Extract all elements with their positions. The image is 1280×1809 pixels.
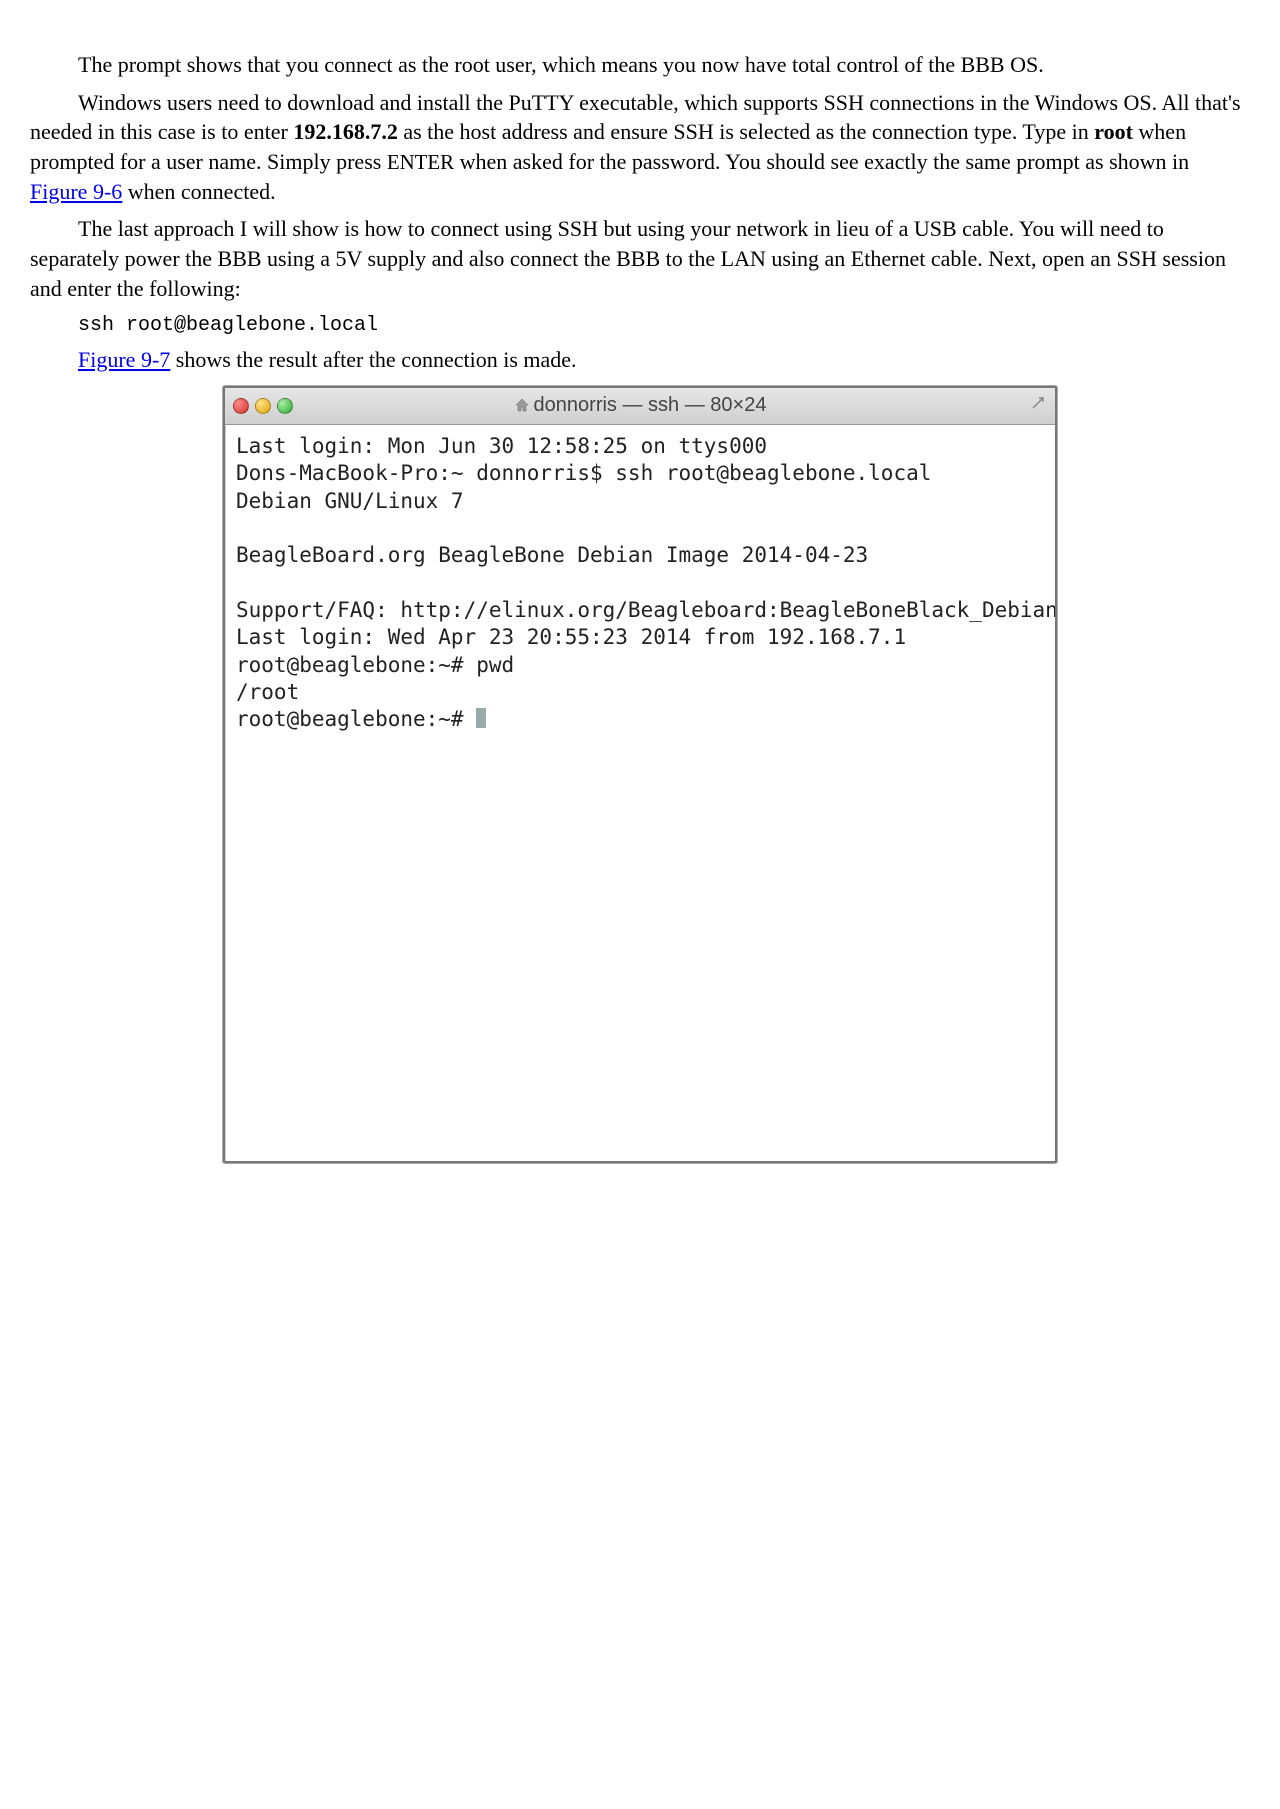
paragraph-2: Windows users need to download and insta… (30, 88, 1250, 207)
figure-9-7-link[interactable]: Figure 9-7 (78, 347, 170, 372)
cursor-icon (476, 708, 486, 728)
p4-rest: shows the result after the connection is… (170, 347, 576, 372)
window-controls (233, 398, 293, 414)
home-icon (514, 394, 530, 421)
p2-ip-bold: 192.168.7.2 (293, 119, 398, 144)
p2-text-d: when asked for the password. You should … (454, 149, 1189, 174)
p2-text-e: when connected. (122, 179, 275, 204)
terminal-window: donnorris — ssh — 80×24 Last login: Mon … (223, 386, 1057, 1163)
paragraph-4: Figure 9-7 shows the result after the co… (30, 345, 1250, 375)
p2-enter-smallcaps: ENTER (387, 150, 454, 174)
paragraph-3: The last approach I will show is how to … (30, 214, 1250, 303)
terminal-title: donnorris — ssh — 80×24 (225, 392, 1055, 421)
p2-text-b: as the host address and ensure SSH is se… (398, 119, 1094, 144)
paragraph-1: The prompt shows that you connect as the… (30, 50, 1250, 80)
expand-icon[interactable] (1027, 394, 1049, 416)
close-icon[interactable] (233, 398, 249, 414)
minimize-icon[interactable] (255, 398, 271, 414)
figure-9-6-link[interactable]: Figure 9-6 (30, 179, 122, 204)
zoom-icon[interactable] (277, 398, 293, 414)
p2-root-bold: root (1094, 119, 1133, 144)
terminal-title-text: donnorris — ssh — 80×24 (534, 394, 767, 416)
terminal-titlebar: donnorris — ssh — 80×24 (225, 388, 1055, 425)
terminal-body[interactable]: Last login: Mon Jun 30 12:58:25 on ttys0… (225, 425, 1055, 1161)
code-ssh-command: ssh root@beaglebone.local (78, 312, 1250, 339)
